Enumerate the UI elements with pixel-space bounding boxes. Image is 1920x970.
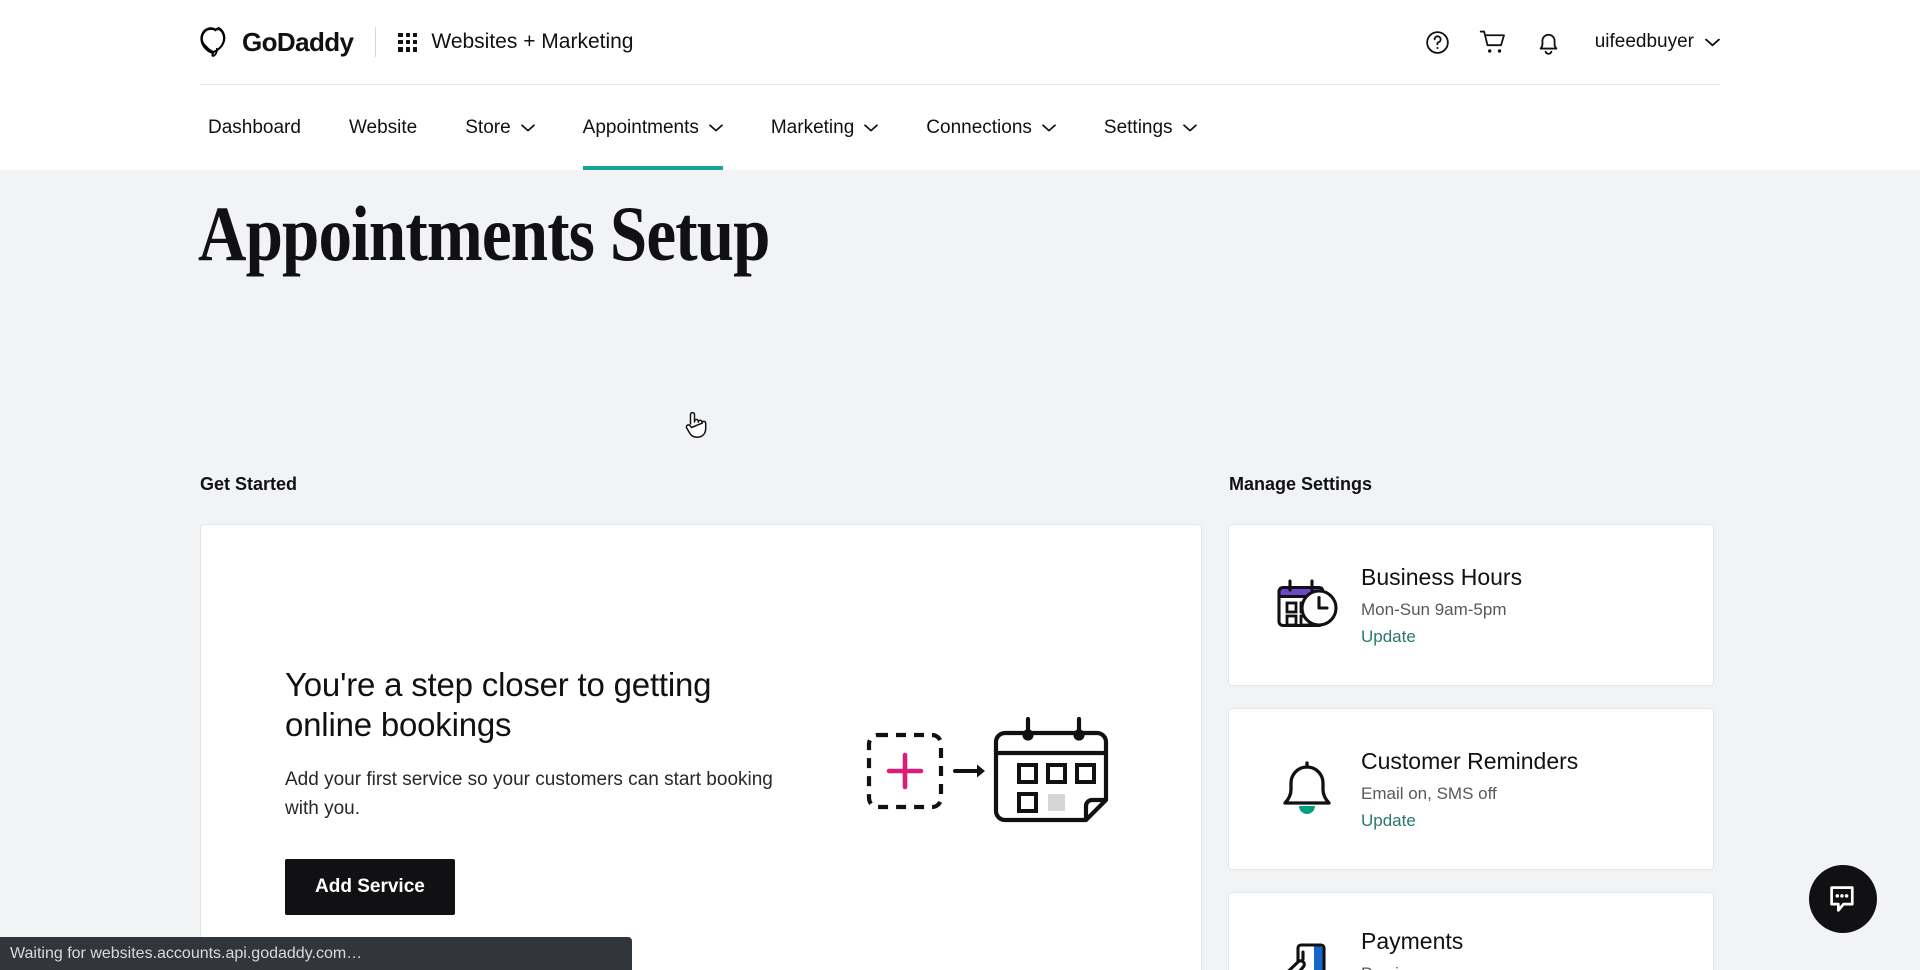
nav-label: Marketing [770, 116, 855, 138]
add-service-button[interactable]: Add Service [285, 859, 455, 916]
setting-card-text: Business Hours Mon-Sun 9am-5pm Update [1361, 563, 1522, 647]
nav-label: Connections [926, 116, 1032, 138]
nav-item-store[interactable]: Store [441, 85, 558, 170]
bell-icon[interactable] [1536, 29, 1561, 56]
app-name-label: Websites + Marketing [431, 30, 634, 53]
mouse-cursor-pointer-icon [685, 411, 707, 438]
top-bar: GoDaddy Websites + Marketing uifeedbuyer… [0, 0, 1920, 170]
nav-label: Store [465, 116, 511, 138]
chat-bubble-icon [1829, 885, 1854, 912]
nav-item-appointments[interactable]: Appointments [559, 85, 747, 170]
brand-area: GoDaddy Websites + Marketing [200, 0, 634, 84]
page-content: Appointments Setup Get Started Manage Se… [0, 170, 1920, 970]
setting-card-title: Business Hours [1361, 564, 1523, 591]
godaddy-logo[interactable]: GoDaddy [200, 26, 354, 58]
top-bar-right: uifeedbuyer [1424, 0, 1720, 84]
calendar-clock-icon [1259, 575, 1355, 635]
nav-label: Settings [1103, 116, 1173, 138]
chevron-down-icon [709, 123, 723, 131]
setting-card-business-hours[interactable]: Business Hours Mon-Sun 9am-5pm Update [1228, 524, 1714, 686]
chevron-down-icon [1042, 123, 1056, 131]
get-started-heading: You're a step closer to getting online b… [285, 666, 712, 743]
nav-item-website[interactable]: Website [325, 85, 441, 170]
chevron-down-icon [1705, 38, 1720, 46]
setting-card-title: Payments [1361, 928, 1464, 955]
setting-card-subtitle: Email on, SMS off [1361, 783, 1497, 803]
nav-label: Website [348, 116, 418, 138]
setting-card-customer-reminders[interactable]: Customer Reminders Email on, SMS off Upd… [1228, 708, 1714, 870]
setting-card-payments[interactable]: Payments Pay in person Update [1228, 892, 1714, 970]
nav-label: Appointments [582, 116, 699, 138]
setting-card-subtitle: Pay in person [1361, 964, 1465, 970]
hand-credit-card-icon [1259, 939, 1355, 970]
chevron-down-icon [1182, 123, 1197, 131]
browser-status-bubble: Waiting for websites.accounts.api.godadd… [0, 937, 632, 970]
chevron-down-icon [864, 123, 879, 131]
godaddy-heart-logo-icon [200, 27, 226, 57]
brand-divider [375, 27, 377, 57]
customer-reminders-update-link[interactable]: Update [1361, 811, 1416, 831]
user-menu[interactable]: uifeedbuyer [1595, 31, 1720, 53]
username-label: uifeedbuyer [1594, 31, 1694, 52]
setting-card-text: Payments Pay in person Update [1361, 927, 1465, 970]
primary-nav: Dashboard Website Store Appointments Mar… [200, 85, 1720, 170]
get-started-body-text: Add your first service so your customers… [285, 769, 773, 819]
browser-status-text: Waiting for websites.accounts.api.godadd… [10, 944, 363, 962]
help-circle-icon[interactable] [1424, 29, 1451, 56]
app-switcher[interactable]: Websites + Marketing [398, 30, 634, 54]
page-title: Appointments Setup [198, 190, 770, 277]
add-service-to-calendar-illustration [866, 716, 1109, 823]
nav-item-connections[interactable]: Connections [902, 85, 1080, 170]
godaddy-logo-text: GoDaddy [242, 26, 354, 57]
nav-item-dashboard[interactable]: Dashboard [200, 85, 325, 170]
bell-icon [1259, 759, 1355, 819]
nav-item-marketing[interactable]: Marketing [747, 85, 902, 170]
nav-item-settings[interactable]: Settings [1080, 85, 1221, 170]
chat-widget-button[interactable] [1809, 865, 1877, 933]
setting-card-title: Customer Reminders [1361, 748, 1579, 775]
shopping-cart-icon[interactable] [1479, 29, 1508, 56]
get-started-section-label: Get Started [200, 474, 298, 494]
setting-card-subtitle: Mon-Sun 9am-5pm [1361, 599, 1507, 619]
grid-apps-icon [398, 32, 418, 52]
app-root: GoDaddy Websites + Marketing uifeedbuyer… [0, 0, 1920, 970]
nav-label: Dashboard [208, 116, 301, 138]
plus-icon [886, 752, 924, 790]
get-started-card-body: You're a step closer to getting online b… [285, 665, 785, 916]
chevron-down-icon [520, 123, 535, 131]
setting-card-text: Customer Reminders Email on, SMS off Upd… [1361, 747, 1578, 831]
manage-settings-section-label: Manage Settings [1229, 474, 1373, 494]
business-hours-update-link[interactable]: Update [1361, 627, 1416, 647]
